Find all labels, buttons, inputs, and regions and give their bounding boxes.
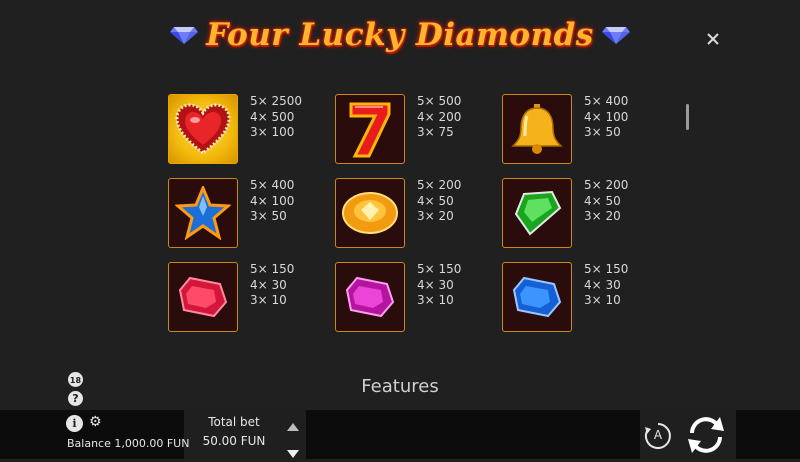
diamond-icon (601, 27, 630, 44)
payout-list: 5× 150 4× 30 3× 10 (584, 262, 629, 307)
spin-button[interactable] (684, 413, 728, 457)
purple-gem-icon (345, 276, 395, 318)
heart-icon (175, 103, 231, 155)
payout-list: 5× 2500 4× 500 3× 100 (250, 94, 303, 139)
star-icon (175, 186, 231, 240)
game-title: Four Lucky Diamonds (206, 17, 594, 53)
red-gem-icon (178, 276, 228, 318)
symbol-blue-gem (502, 262, 572, 332)
payout-list: 5× 400 4× 100 3× 50 (250, 178, 295, 223)
responsible-gaming-button[interactable]: 18 (68, 372, 83, 387)
title-bar: Four Lucky Diamonds (0, 10, 800, 60)
payout-list: 5× 150 4× 30 3× 10 (250, 262, 295, 307)
bell-icon (511, 104, 563, 154)
diamond-icon (170, 27, 199, 44)
symbol-green-gem (502, 178, 572, 248)
close-icon (707, 33, 719, 45)
payout-list: 5× 200 4× 50 3× 20 (417, 178, 462, 223)
autoplay-button[interactable]: A (643, 421, 673, 451)
blue-gem-icon (512, 276, 562, 318)
autoplay-label: A (653, 428, 663, 442)
payout-list: 5× 500 4× 200 3× 75 (417, 94, 462, 139)
seven-icon (349, 102, 391, 158)
info-button[interactable]: i (66, 415, 83, 432)
features-heading: Features (361, 376, 439, 397)
green-gem-icon (514, 190, 562, 236)
arrow-up-icon (287, 423, 299, 431)
help-button[interactable]: ? (68, 391, 83, 406)
question-icon: ? (72, 392, 79, 405)
symbol-bell (502, 94, 572, 164)
info-icon: i (72, 417, 77, 430)
age-18-icon: 18 (69, 376, 82, 385)
arrow-down-icon (287, 450, 299, 458)
bet-increase-button[interactable] (287, 416, 299, 435)
orange-gem-icon (342, 192, 398, 234)
bet-decrease-button[interactable] (287, 443, 299, 462)
payout-list: 5× 200 4× 50 3× 20 (584, 178, 629, 223)
spin-icon (688, 417, 724, 453)
symbol-heart (168, 94, 238, 164)
symbol-purple-gem (335, 262, 405, 332)
symbol-seven (335, 94, 405, 164)
total-bet-label: Total bet (208, 415, 260, 429)
total-bet-value: 50.00 FUN (202, 434, 266, 448)
gear-icon: ⚙ (89, 414, 102, 430)
symbol-red-gem (168, 262, 238, 332)
payout-list: 5× 150 4× 30 3× 10 (417, 262, 462, 307)
balance-display: Balance 1,000.00 FUN (67, 437, 190, 450)
symbol-star (168, 178, 238, 248)
settings-button[interactable]: ⚙ (89, 414, 102, 430)
close-button[interactable] (700, 25, 726, 51)
scrollbar-thumb[interactable] (686, 104, 689, 130)
payout-list: 5× 400 4× 100 3× 50 (584, 94, 629, 139)
symbol-orange-gem (335, 178, 405, 248)
